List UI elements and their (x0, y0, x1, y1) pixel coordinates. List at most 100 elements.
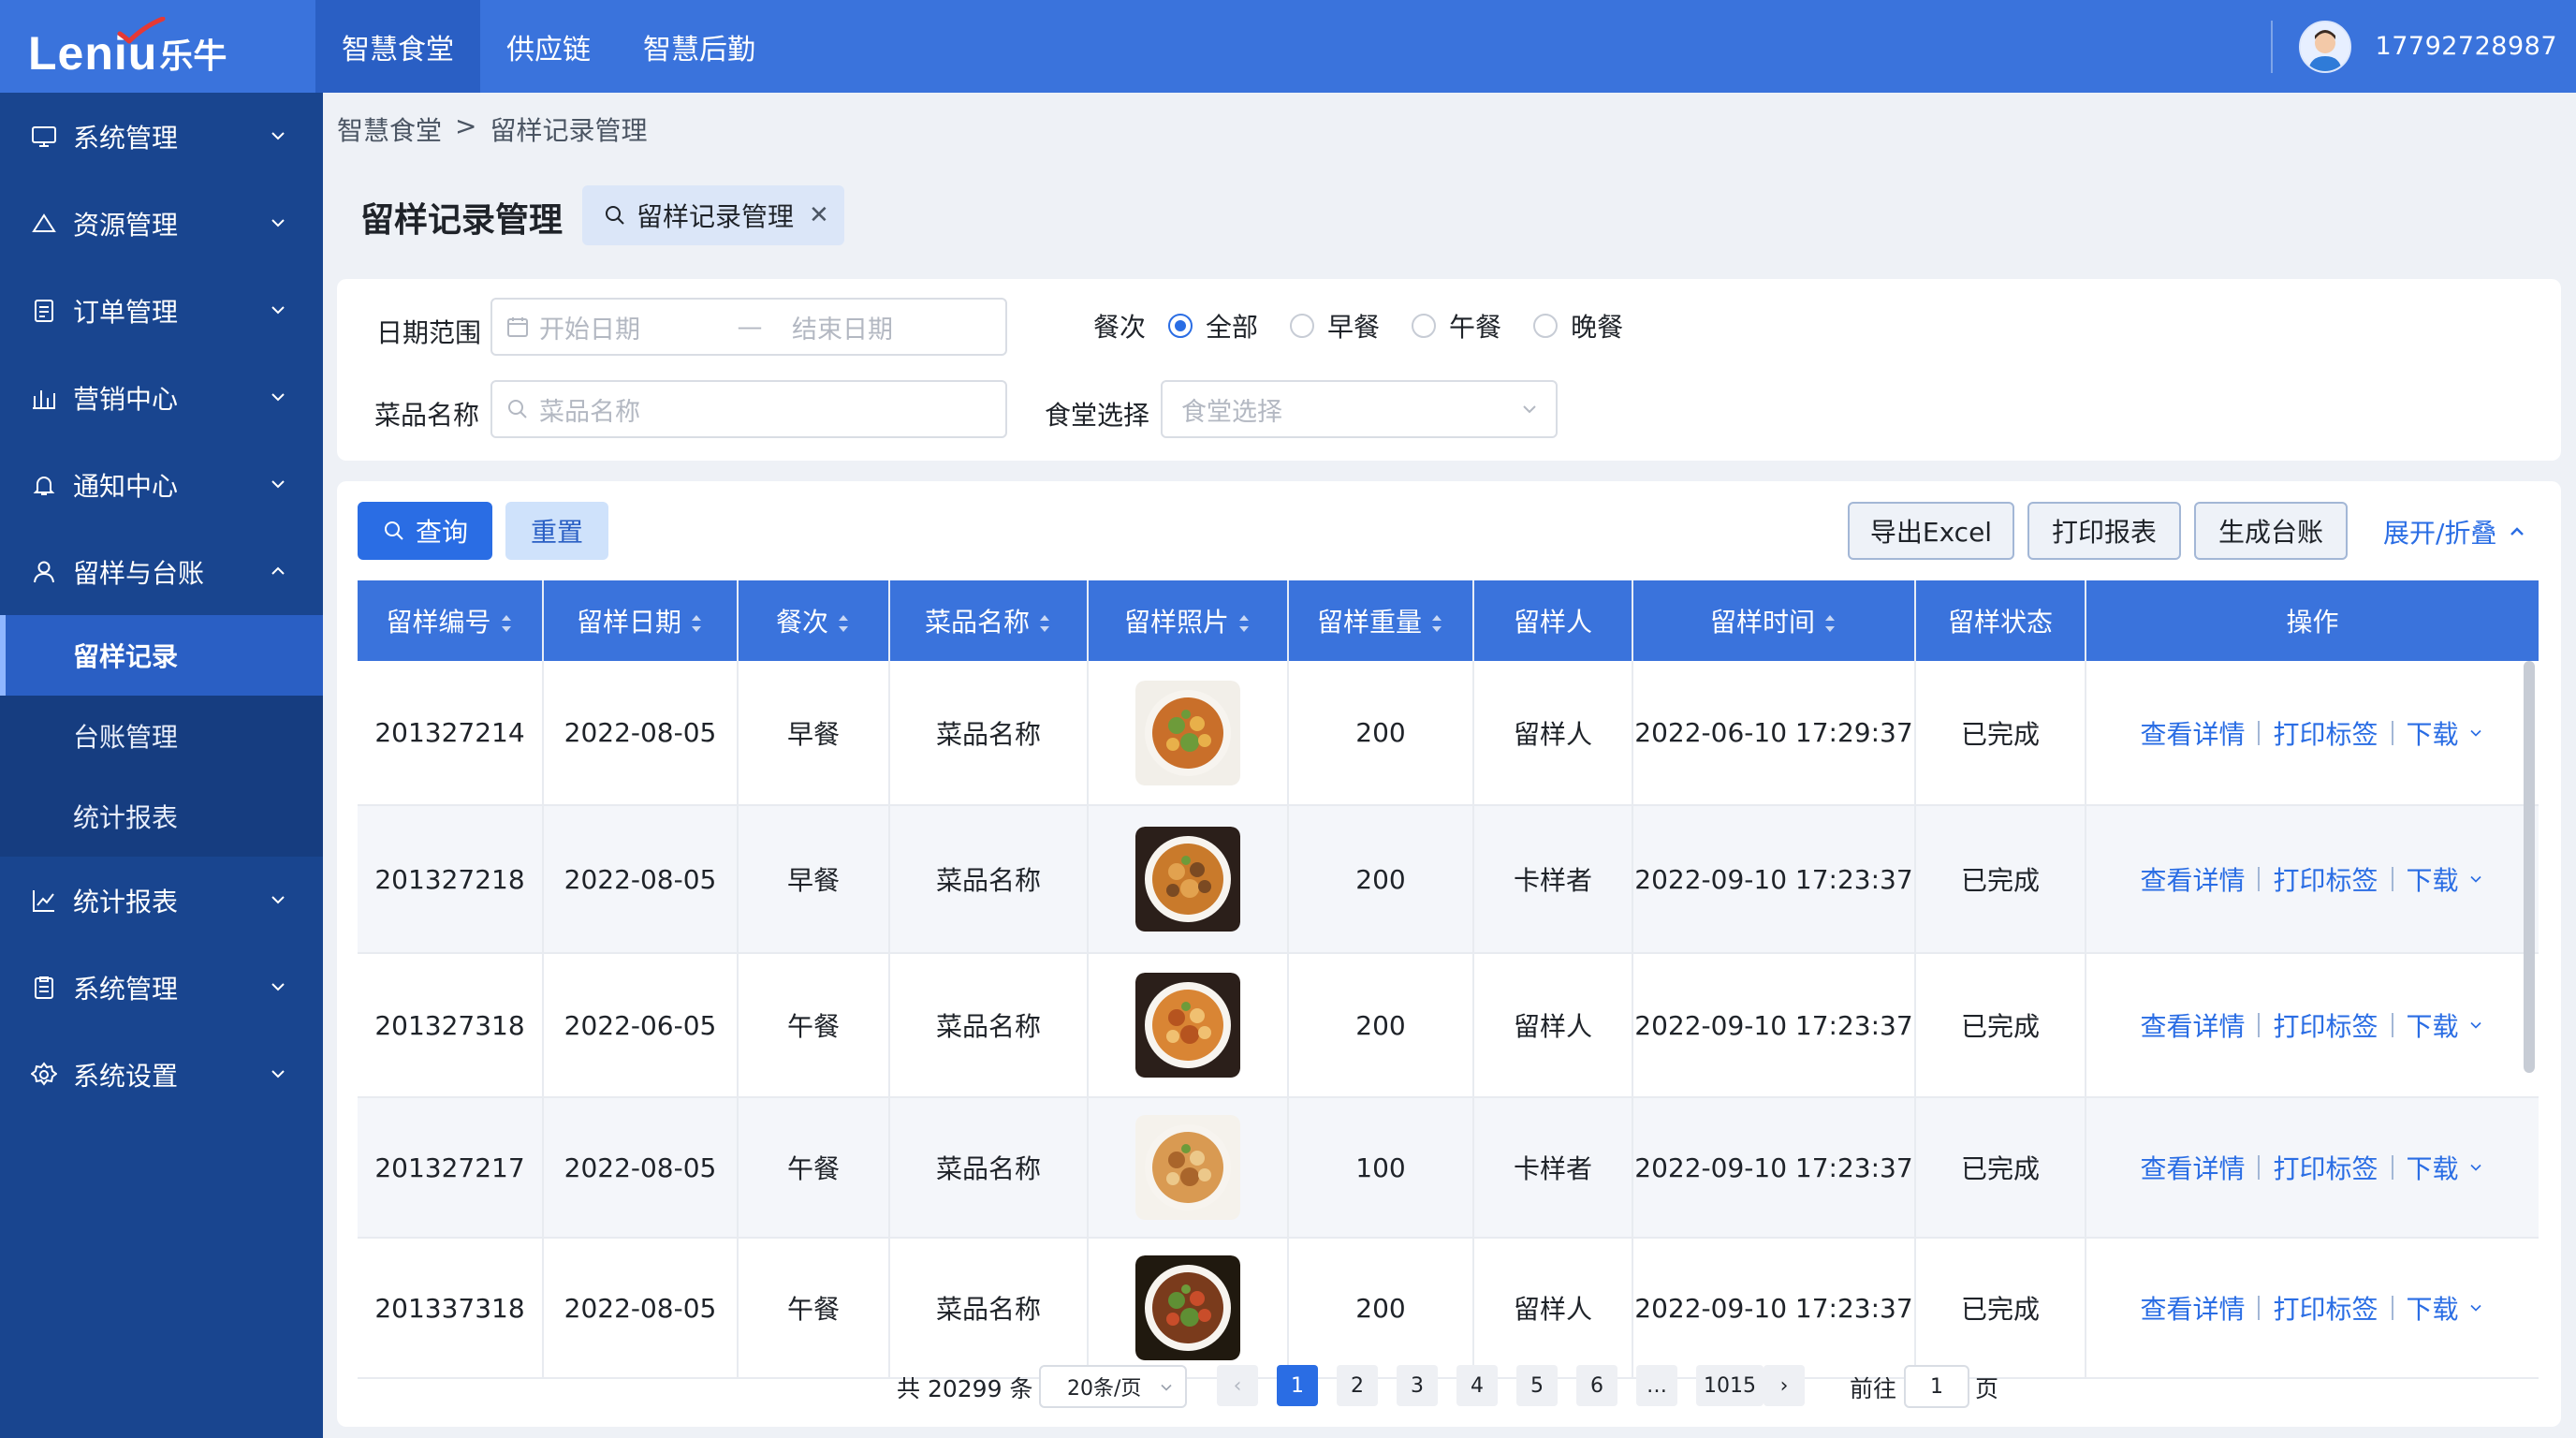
document-icon (30, 297, 58, 325)
user-phone: 17792728987 (2375, 32, 2557, 61)
food-photo-image[interactable] (1135, 827, 1240, 932)
view-details-link[interactable]: 查看详情 (2140, 860, 2245, 898)
date-range-picker[interactable]: 开始日期 — 结束日期 (490, 298, 1007, 356)
col-header-photo[interactable]: 留样照片 (1088, 580, 1289, 661)
page-size-select[interactable]: 20条/页 (1039, 1365, 1187, 1408)
view-details-link[interactable]: 查看详情 (2140, 1006, 2245, 1044)
chevron-down-icon (2469, 1021, 2481, 1029)
date-range-dash: — (737, 312, 763, 342)
food-photo-image[interactable] (1135, 1115, 1240, 1220)
download-label: 下载 (2406, 865, 2459, 896)
expand-collapse-toggle[interactable]: 展开/折叠 (2383, 513, 2528, 550)
col-header-weight[interactable]: 留样重量 (1288, 580, 1474, 661)
col-header-meal[interactable]: 餐次 (738, 580, 890, 661)
start-date-input[interactable]: 开始日期 (539, 309, 726, 345)
print-report-button[interactable]: 打印报表 (2027, 502, 2181, 560)
food-photo-image[interactable] (1135, 680, 1240, 785)
sidebar-subitem-sample-records[interactable]: 留样记录 (0, 615, 323, 696)
cell-photo[interactable] (1088, 1097, 1289, 1239)
food-photo-image[interactable] (1135, 1255, 1240, 1360)
download-dropdown[interactable]: 下载 (2407, 1289, 2485, 1327)
sidebar-item-system-management-2[interactable]: 系统管理 (0, 944, 323, 1031)
export-excel-button[interactable]: 导出Excel (1848, 502, 2014, 560)
food-photo-image[interactable] (1135, 973, 1240, 1078)
page-button-ellipsis[interactable]: … (1636, 1365, 1677, 1406)
sidebar-item-label: 通知中心 (73, 470, 179, 502)
actions-divider (2258, 1013, 2261, 1037)
goto-page-input[interactable]: 1 (1904, 1365, 1969, 1408)
meal-radio-group: 餐次 全部 早餐 午餐 晚餐 (1093, 307, 1655, 345)
dish-name-input[interactable]: 菜品名称 (490, 380, 1007, 438)
col-header-sample-date[interactable]: 留样日期 (543, 580, 739, 661)
total-prefix: 共 (897, 1375, 921, 1402)
cell-photo[interactable] (1088, 661, 1289, 806)
end-date-input[interactable]: 结束日期 (792, 309, 893, 345)
meal-radio-lunch[interactable]: 午餐 (1412, 307, 1501, 345)
sidebar-item-label: 营销中心 (73, 383, 179, 415)
col-header-sample-id[interactable]: 留样编号 (358, 580, 544, 661)
page-button-3[interactable]: 3 (1397, 1365, 1438, 1406)
col-header-sample-time[interactable]: 留样时间 (1632, 580, 1916, 661)
cell-dish-name: 菜品名称 (889, 1238, 1089, 1379)
cell-photo[interactable] (1088, 953, 1289, 1098)
prev-page-button[interactable]: ‹ (1217, 1365, 1258, 1406)
query-button[interactable]: 查询 (358, 502, 492, 560)
sidebar-subitem-ledger-management[interactable]: 台账管理 (0, 696, 323, 776)
view-details-link[interactable]: 查看详情 (2140, 714, 2245, 752)
cell-photo[interactable] (1088, 805, 1289, 954)
cell-weight: 200 (1288, 805, 1474, 954)
avatar[interactable] (2298, 20, 2351, 73)
sidebar-item-marketing-center[interactable]: 营销中心 (0, 354, 323, 441)
col-header-dish-name[interactable]: 菜品名称 (889, 580, 1089, 661)
sidebar-item-order-management[interactable]: 订单管理 (0, 267, 323, 354)
meal-radio-dinner[interactable]: 晚餐 (1533, 307, 1623, 345)
sidebar-item-sample-ledger[interactable]: 留样与台账 (0, 528, 323, 615)
sidebar-item-resource-management[interactable]: 资源管理 (0, 180, 323, 267)
canteen-select[interactable]: 食堂选择 (1161, 380, 1558, 438)
topnav-tab-smart-canteen[interactable]: 智慧食堂 (315, 0, 480, 93)
search-icon (384, 521, 403, 540)
logo[interactable]: Leniu 乐牛 (28, 17, 227, 82)
page-button-1[interactable]: 1 (1277, 1365, 1318, 1406)
download-dropdown[interactable]: 下载 (2407, 1149, 2485, 1186)
table-scrollbar[interactable] (2524, 661, 2535, 1073)
page-button-2[interactable]: 2 (1337, 1365, 1378, 1406)
view-details-link[interactable]: 查看详情 (2140, 1289, 2245, 1327)
print-label-link[interactable]: 打印标签 (2273, 714, 2378, 752)
sidebar: 系统管理 资源管理 订单管理 营销中心 通知中心 留样与台账 留样记录 台账管理… (0, 93, 323, 1438)
table-row: 201337318 2022-08-05 午餐 菜品名称 200 留样人 2022-09-1… (358, 1238, 2539, 1379)
download-dropdown[interactable]: 下载 (2407, 714, 2485, 752)
generate-ledger-button[interactable]: 生成台账 (2194, 502, 2348, 560)
breadcrumb-root[interactable]: 智慧食堂 (337, 110, 442, 148)
print-label-link[interactable]: 打印标签 (2273, 1149, 2378, 1186)
print-label-link[interactable]: 打印标签 (2273, 1289, 2378, 1327)
page-tag[interactable]: 留样记录管理 ✕ (582, 185, 844, 245)
row-actions: 查看详情 打印标签 下载 (2086, 1289, 2539, 1327)
download-dropdown[interactable]: 下载 (2407, 1006, 2485, 1044)
print-label-link[interactable]: 打印标签 (2273, 860, 2378, 898)
topnav-tab-smart-logistics[interactable]: 智慧后勤 (617, 0, 782, 93)
col-header-sampler: 留样人 (1473, 580, 1633, 661)
meal-radio-all[interactable]: 全部 (1168, 307, 1258, 345)
sidebar-item-system-settings[interactable]: 系统设置 (0, 1031, 323, 1118)
chevron-down-icon (2469, 875, 2481, 883)
col-header-label: 餐次 (775, 607, 828, 638)
page-button-6[interactable]: 6 (1576, 1365, 1617, 1406)
sidebar-item-notification-center[interactable]: 通知中心 (0, 441, 323, 528)
view-details-link[interactable]: 查看详情 (2140, 1149, 2245, 1186)
print-label-link[interactable]: 打印标签 (2273, 1006, 2378, 1044)
next-page-button[interactable]: › (1764, 1365, 1805, 1406)
download-dropdown[interactable]: 下载 (2407, 860, 2485, 898)
sidebar-subitem-statistics-report[interactable]: 统计报表 (0, 776, 323, 857)
sidebar-item-system-management[interactable]: 系统管理 (0, 93, 323, 180)
page-button-5[interactable]: 5 (1516, 1365, 1558, 1406)
page-button-4[interactable]: 4 (1456, 1365, 1498, 1406)
cell-photo[interactable] (1088, 1238, 1289, 1379)
close-icon[interactable]: ✕ (809, 201, 829, 229)
reset-button[interactable]: 重置 (505, 502, 608, 560)
page-button-1015[interactable]: 1015 (1696, 1365, 1764, 1406)
meal-radio-breakfast[interactable]: 早餐 (1290, 307, 1380, 345)
sidebar-item-statistics-report[interactable]: 统计报表 (0, 857, 323, 944)
topnav-tab-supply-chain[interactable]: 供应链 (480, 0, 617, 93)
chevron-up-icon (2510, 527, 2525, 536)
